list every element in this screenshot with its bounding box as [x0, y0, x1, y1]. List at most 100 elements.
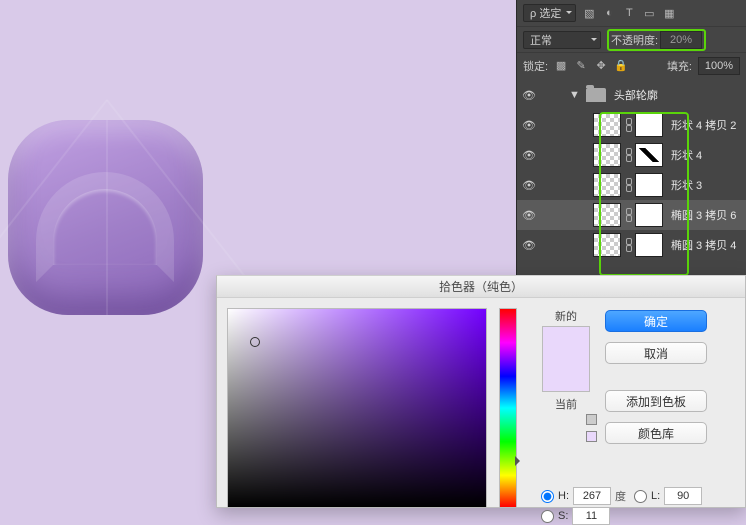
visibility-toggle[interactable]: 👁 [521, 119, 537, 132]
filter-pixel-icon[interactable]: ▧ [582, 6, 596, 20]
mask-thumbnail[interactable] [635, 233, 663, 257]
visibility-toggle[interactable]: 👁 [521, 239, 537, 252]
layer-name: 形状 3 [671, 177, 702, 193]
picker-titlebar[interactable]: 拾色器（纯色） [217, 276, 745, 298]
glass-arc [36, 172, 174, 282]
color-picker-window: 拾色器（纯色） 新的 当前 确定 取消 [216, 275, 746, 508]
new-color-label: 新的 [555, 308, 577, 324]
current-color-swatch[interactable] [543, 359, 589, 391]
lightness-group: L: 90 [634, 487, 702, 505]
fill-label: 填充: [667, 58, 692, 74]
lightness-label: L: [651, 490, 660, 502]
lock-pixels-icon[interactable]: ✎ [574, 59, 588, 73]
lightness-field[interactable]: 90 [664, 487, 702, 505]
blend-opacity-row: 正常 不透明度: 20% [517, 26, 746, 52]
lock-fill-row: 锁定: ▩ ✎ ✥ 🔒 填充: 100% [517, 52, 746, 78]
opacity-label: 不透明度: [611, 32, 658, 48]
hue-label: H: [558, 490, 569, 502]
link-icon[interactable] [625, 208, 631, 222]
visibility-toggle[interactable]: 👁 [521, 89, 537, 102]
saturation-value-field[interactable] [227, 308, 487, 508]
swatch-column: 新的 当前 [535, 308, 597, 507]
hue-pointer-icon[interactable] [515, 456, 525, 466]
layer-name: 椭圆 3 拷贝 4 [671, 237, 736, 253]
blend-mode-dropdown[interactable]: 正常 [523, 31, 601, 49]
visibility-toggle[interactable]: 👁 [521, 209, 537, 222]
filter-shape-icon[interactable]: ▭ [642, 6, 656, 20]
lightness-radio[interactable] [634, 490, 647, 503]
cancel-button[interactable]: 取消 [605, 342, 707, 364]
ok-label: 确定 [644, 313, 668, 330]
layer-row[interactable]: 👁 形状 4 [517, 140, 746, 170]
mask-thumbnail[interactable] [635, 113, 663, 137]
lightness-value: 90 [677, 490, 689, 502]
saturation-field[interactable]: 11 [572, 507, 610, 525]
color-lib-label: 颜色库 [638, 425, 674, 442]
layer-thumbnail[interactable] [593, 203, 621, 227]
picker-buttons: 确定 取消 添加到色板 颜色库 [605, 308, 707, 507]
saturation-row: S: 11 [541, 507, 610, 525]
group-disclosure-icon[interactable]: ▼ [569, 89, 580, 101]
link-icon[interactable] [625, 118, 631, 132]
layer-thumbnail[interactable] [593, 113, 621, 137]
saturation-label: S: [558, 510, 568, 522]
filter-adjust-icon[interactable]: ◐ [602, 6, 616, 20]
saturation-group: S: 11 [541, 507, 610, 525]
saturation-radio[interactable] [541, 510, 554, 523]
layer-thumbnail[interactable] [593, 143, 621, 167]
filter-smart-icon[interactable]: ▦ [662, 6, 676, 20]
mask-thumbnail[interactable] [635, 203, 663, 227]
link-icon[interactable] [625, 178, 631, 192]
swatch-stack [542, 326, 590, 392]
visibility-toggle[interactable]: 👁 [521, 149, 537, 162]
add-swatch-button[interactable]: 添加到色板 [605, 390, 707, 412]
hue-group: H: 267 度 [541, 487, 626, 505]
lock-label: 锁定: [523, 58, 548, 74]
lock-all-icon[interactable]: 🔒 [614, 59, 628, 73]
websafe-swatch[interactable] [586, 431, 597, 442]
hue-slider[interactable] [499, 308, 517, 508]
layer-filter-row: ρ 选定 ▧ ◐ T ▭ ▦ [517, 0, 746, 26]
fill-field[interactable]: 100% [698, 57, 740, 75]
current-color-label: 当前 [555, 396, 577, 412]
link-icon[interactable] [625, 148, 631, 162]
layer-list: 👁 ▼ 头部轮廓 👁 形状 4 拷贝 2 👁 形状 4 👁 [517, 78, 746, 260]
layer-group-row[interactable]: 👁 ▼ 头部轮廓 [517, 80, 746, 110]
app-icon-preview [8, 120, 203, 315]
layer-kind-label: ρ 选定 [530, 5, 561, 21]
folder-icon [586, 88, 606, 102]
new-color-swatch[interactable] [543, 327, 589, 359]
layer-name: 椭圆 3 拷贝 6 [671, 207, 736, 223]
layer-name: 形状 4 拷贝 2 [671, 117, 736, 133]
layer-thumbnail[interactable] [593, 173, 621, 197]
picker-title: 拾色器（纯色） [439, 278, 523, 295]
mask-thumbnail[interactable] [635, 173, 663, 197]
link-icon[interactable] [625, 238, 631, 252]
ok-button[interactable]: 确定 [605, 310, 707, 332]
filter-type-icon[interactable]: T [622, 6, 636, 20]
mask-thumbnail[interactable] [635, 143, 663, 167]
gamut-warning-icon[interactable] [586, 414, 597, 425]
layer-thumbnail[interactable] [593, 233, 621, 257]
opacity-value: 20% [670, 34, 692, 46]
layer-row[interactable]: 👁 形状 4 拷贝 2 [517, 110, 746, 140]
cancel-label: 取消 [644, 345, 668, 362]
visibility-toggle[interactable]: 👁 [521, 179, 537, 192]
lock-position-icon[interactable]: ✥ [594, 59, 608, 73]
add-swatch-label: 添加到色板 [626, 393, 686, 410]
hue-field[interactable]: 267 [573, 487, 611, 505]
sv-cursor[interactable] [250, 337, 260, 347]
hsb-lab-row: H: 267 度 L: 90 [541, 487, 702, 505]
blend-mode-value: 正常 [530, 32, 552, 48]
layer-row[interactable]: 👁 椭圆 3 拷贝 6 [517, 200, 746, 230]
hue-radio[interactable] [541, 490, 554, 503]
color-libraries-button[interactable]: 颜色库 [605, 422, 707, 444]
layers-panel: ρ 选定 ▧ ◐ T ▭ ▦ 正常 不透明度: 20% 锁定: ▩ ✎ ✥ 🔒 … [516, 0, 746, 280]
layer-name: 形状 4 [671, 147, 702, 163]
lock-transparency-icon[interactable]: ▩ [554, 59, 568, 73]
opacity-field[interactable]: 20% [660, 31, 702, 49]
layer-kind-dropdown[interactable]: ρ 选定 [523, 4, 576, 22]
layer-row[interactable]: 👁 椭圆 3 拷贝 4 [517, 230, 746, 260]
layer-row[interactable]: 👁 形状 3 [517, 170, 746, 200]
fill-value: 100% [705, 60, 733, 72]
